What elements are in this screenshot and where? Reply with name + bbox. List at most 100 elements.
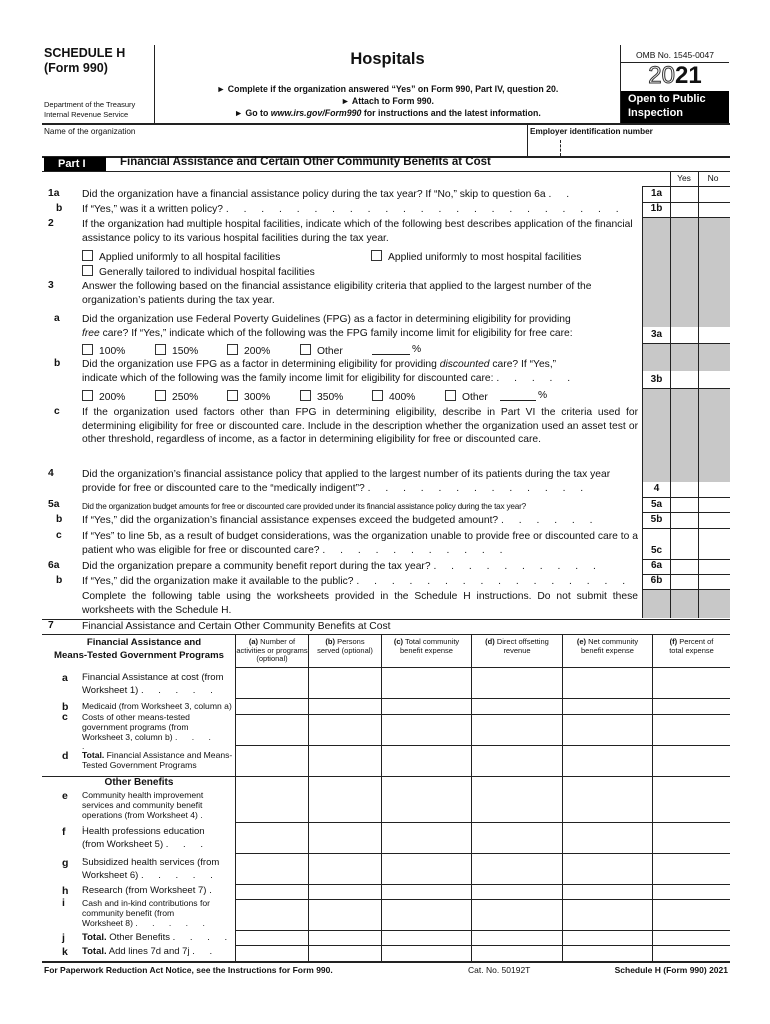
table-cell-7k-col-c[interactable] xyxy=(382,946,471,961)
irs-link[interactable]: www.irs.gov/Form990 xyxy=(271,108,362,118)
option-3a-200[interactable]: 200% xyxy=(227,344,270,357)
option-3b-300[interactable]: 300% xyxy=(227,390,270,403)
option-3a-150[interactable]: 150% xyxy=(155,344,198,357)
table-cell-7e-col-b[interactable] xyxy=(309,777,381,822)
table-cell-7f-col-d[interactable] xyxy=(472,823,562,853)
table-cell-7d-col-d[interactable] xyxy=(472,746,562,776)
table-cell-7d-col-f[interactable] xyxy=(653,746,730,776)
table-cell-7c-col-a[interactable] xyxy=(236,715,308,745)
table-cell-7c-col-f[interactable] xyxy=(653,715,730,745)
table-cell-7k-col-b[interactable] xyxy=(309,946,381,961)
table-cell-7h-col-d[interactable] xyxy=(472,885,562,899)
table-cell-7d-col-b[interactable] xyxy=(309,746,381,776)
table-cell-7i-col-a[interactable] xyxy=(236,900,308,930)
table-cell-7i-col-c[interactable] xyxy=(382,900,471,930)
table-cell-7a-col-e[interactable] xyxy=(563,668,652,698)
table-cell-7e-col-d[interactable] xyxy=(472,777,562,822)
table-cell-7i-col-d[interactable] xyxy=(472,900,562,930)
answer-5c-no[interactable] xyxy=(699,529,730,559)
answer-6a-yes[interactable] xyxy=(671,560,698,574)
table-cell-7f-col-c[interactable] xyxy=(382,823,471,853)
option-3b-other[interactable]: Other xyxy=(445,390,488,403)
table-cell-7c-col-d[interactable] xyxy=(472,715,562,745)
answer-1b-no[interactable] xyxy=(699,203,730,217)
table-cell-7j-col-b[interactable] xyxy=(309,931,381,945)
option-3a-other[interactable]: Other xyxy=(300,344,343,357)
table-cell-7e-col-f[interactable] xyxy=(653,777,730,822)
option-3b-200[interactable]: 200% xyxy=(82,390,125,403)
option-uniform-most[interactable]: Applied uniformly to most hospital facil… xyxy=(371,250,581,263)
option-3b-250[interactable]: 250% xyxy=(155,390,198,403)
table-cell-7f-col-a[interactable] xyxy=(236,823,308,853)
table-cell-7j-col-c[interactable] xyxy=(382,931,471,945)
table-cell-7a-col-b[interactable] xyxy=(309,668,381,698)
option-3b-400[interactable]: 400% xyxy=(372,390,415,403)
table-cell-7j-col-f[interactable] xyxy=(653,931,730,945)
table-cell-7h-col-a[interactable] xyxy=(236,885,308,899)
table-cell-7f-col-f[interactable] xyxy=(653,823,730,853)
other-percent-3a-field[interactable] xyxy=(372,354,410,355)
table-cell-7b-col-c[interactable] xyxy=(382,699,471,714)
table-cell-7h-col-b[interactable] xyxy=(309,885,381,899)
table-cell-7j-col-e[interactable] xyxy=(563,931,652,945)
table-cell-7i-col-b[interactable] xyxy=(309,900,381,930)
checkbox[interactable] xyxy=(82,250,93,261)
table-cell-7j-col-a[interactable] xyxy=(236,931,308,945)
table-cell-7e-col-e[interactable] xyxy=(563,777,652,822)
other-percent-3b-field[interactable] xyxy=(500,400,536,401)
table-cell-7h-col-c[interactable] xyxy=(382,885,471,899)
organization-name-field[interactable] xyxy=(44,137,524,153)
option-tailored[interactable]: Generally tailored to individual hospita… xyxy=(82,265,315,278)
answer-1a-no[interactable] xyxy=(699,187,730,202)
table-cell-7g-col-a[interactable] xyxy=(236,854,308,884)
answer-3b-no[interactable] xyxy=(699,372,730,388)
answer-5a-no[interactable] xyxy=(699,498,730,512)
table-cell-7g-col-f[interactable] xyxy=(653,854,730,884)
table-cell-7g-col-d[interactable] xyxy=(472,854,562,884)
table-cell-7e-col-a[interactable] xyxy=(236,777,308,822)
table-cell-7f-col-e[interactable] xyxy=(563,823,652,853)
answer-4-no[interactable] xyxy=(699,482,730,497)
answer-1a-yes[interactable] xyxy=(671,187,698,202)
table-cell-7a-col-a[interactable] xyxy=(236,668,308,698)
table-cell-7a-col-c[interactable] xyxy=(382,668,471,698)
table-cell-7d-col-e[interactable] xyxy=(563,746,652,776)
answer-3a-yes[interactable] xyxy=(671,327,698,343)
table-cell-7g-col-c[interactable] xyxy=(382,854,471,884)
answer-5b-yes[interactable] xyxy=(671,513,698,527)
table-cell-7h-col-f[interactable] xyxy=(653,885,730,899)
table-cell-7b-col-d[interactable] xyxy=(472,699,562,714)
table-cell-7k-col-f[interactable] xyxy=(653,946,730,961)
table-cell-7c-col-b[interactable] xyxy=(309,715,381,745)
table-cell-7k-col-a[interactable] xyxy=(236,946,308,961)
answer-6a-no[interactable] xyxy=(699,560,730,574)
answer-6b-yes[interactable] xyxy=(671,575,698,589)
option-3b-350[interactable]: 350% xyxy=(300,390,343,403)
table-cell-7g-col-e[interactable] xyxy=(563,854,652,884)
table-cell-7k-col-e[interactable] xyxy=(563,946,652,961)
answer-5c-yes[interactable] xyxy=(671,529,698,559)
table-cell-7k-col-d[interactable] xyxy=(472,946,562,961)
table-cell-7b-col-e[interactable] xyxy=(563,699,652,714)
table-cell-7d-col-a[interactable] xyxy=(236,746,308,776)
answer-5a-yes[interactable] xyxy=(671,498,698,512)
answer-1b-yes[interactable] xyxy=(671,203,698,217)
table-cell-7d-col-c[interactable] xyxy=(382,746,471,776)
answer-3a-no[interactable] xyxy=(699,327,730,343)
table-cell-7a-col-d[interactable] xyxy=(472,668,562,698)
table-cell-7b-col-f[interactable] xyxy=(653,699,730,714)
checkbox[interactable] xyxy=(371,250,382,261)
table-cell-7c-col-c[interactable] xyxy=(382,715,471,745)
answer-6b-no[interactable] xyxy=(699,575,730,589)
table-cell-7e-col-c[interactable] xyxy=(382,777,471,822)
answer-3b-yes[interactable] xyxy=(671,372,698,388)
table-cell-7b-col-a[interactable] xyxy=(236,699,308,714)
table-cell-7a-col-f[interactable] xyxy=(653,668,730,698)
table-cell-7i-col-f[interactable] xyxy=(653,900,730,930)
answer-5b-no[interactable] xyxy=(699,513,730,527)
checkbox[interactable] xyxy=(82,265,93,276)
table-cell-7g-col-b[interactable] xyxy=(309,854,381,884)
table-cell-7j-col-d[interactable] xyxy=(472,931,562,945)
answer-4-yes[interactable] xyxy=(671,482,698,497)
table-cell-7f-col-b[interactable] xyxy=(309,823,381,853)
